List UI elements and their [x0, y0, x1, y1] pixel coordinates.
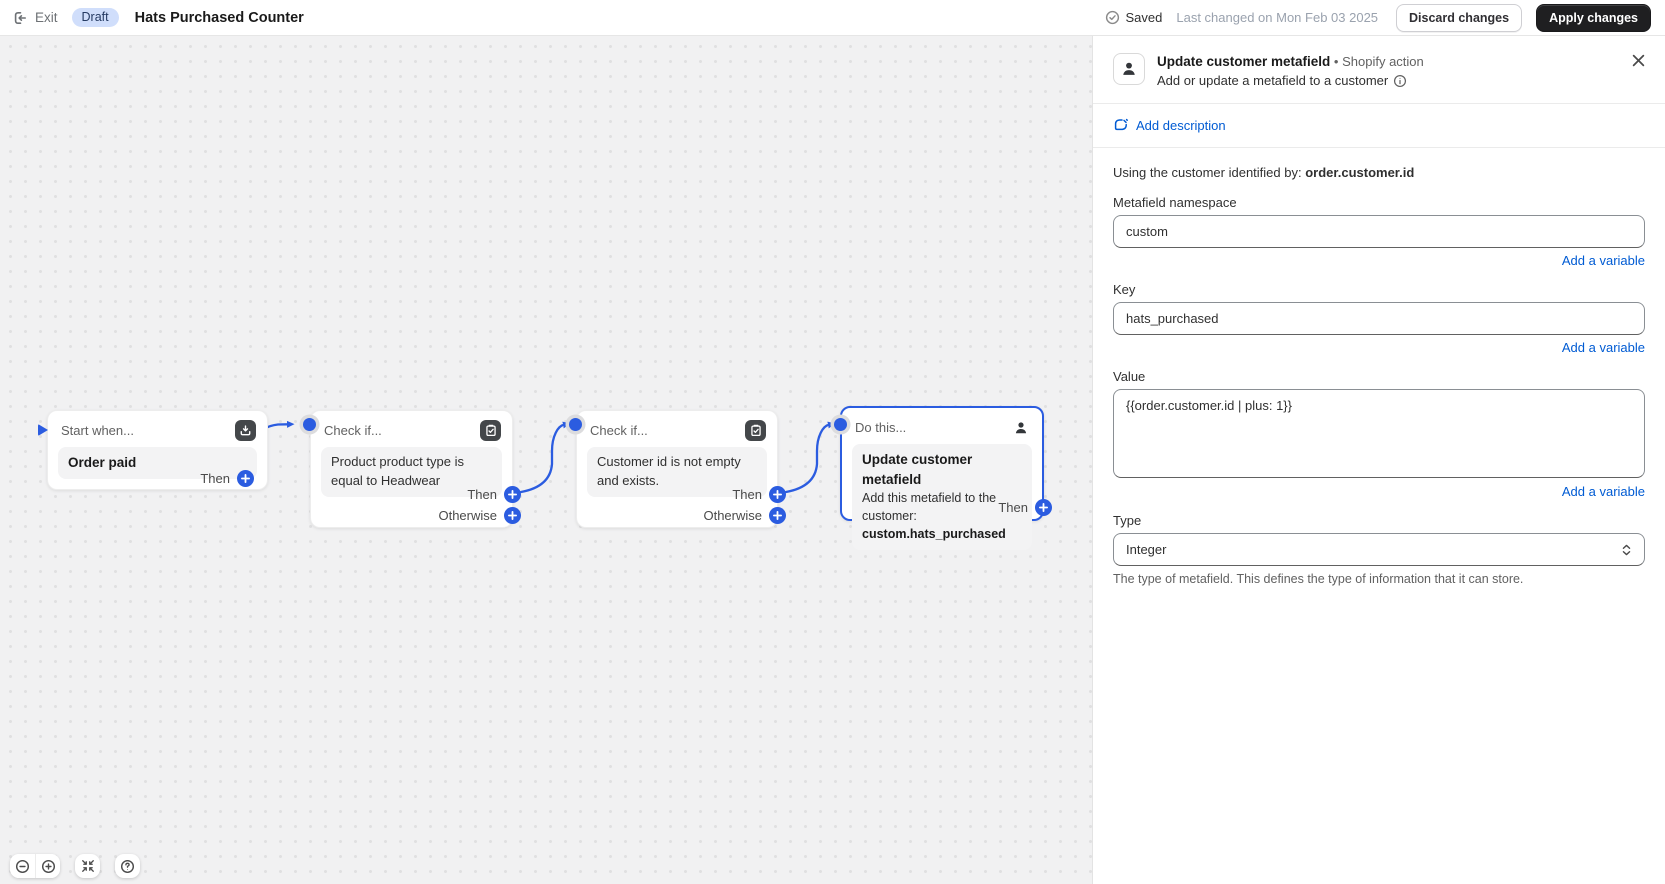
- key-input[interactable]: [1113, 302, 1645, 335]
- flow-node-trigger-order-paid[interactable]: Start when... Order paid Then: [38, 410, 268, 490]
- exit-label: Exit: [35, 10, 58, 25]
- canvas-controls: [10, 854, 140, 878]
- exit-button[interactable]: Exit: [12, 10, 58, 26]
- topbar: Exit Draft Hats Purchased Counter Saved …: [0, 0, 1665, 36]
- person-icon: [1010, 417, 1031, 438]
- value-textarea[interactable]: {{order.customer.id | plus: 1}}: [1113, 389, 1645, 478]
- info-icon: [1394, 74, 1407, 87]
- saved-status: Saved: [1105, 10, 1163, 25]
- type-select-value: Integer: [1126, 542, 1167, 557]
- add-step-then-button[interactable]: [504, 486, 521, 503]
- plus-icon: [508, 511, 517, 520]
- fit-view-button[interactable]: [75, 854, 100, 878]
- clipboard-check-icon: [480, 420, 501, 441]
- flow-node-check-product-type[interactable]: Check if... Product product type is equa…: [303, 410, 521, 528]
- panel-header: Update customer metafield • Shopify acti…: [1093, 36, 1665, 104]
- panel-body: Using the customer identified by: order.…: [1093, 148, 1665, 603]
- key-label: Key: [1113, 282, 1136, 297]
- add-description-row: Add description: [1093, 104, 1665, 148]
- customer-context-value: order.customer.id: [1305, 165, 1415, 180]
- chat-edit-icon: [1114, 118, 1128, 131]
- plus-icon: [1039, 503, 1048, 512]
- node-header-label: Start when...: [61, 423, 134, 438]
- close-panel-button[interactable]: [1628, 50, 1649, 74]
- plus-icon: [773, 490, 782, 499]
- action-type-label: Shopify action: [1342, 54, 1424, 69]
- person-icon: [1113, 53, 1145, 85]
- flow-node-check-customer-id[interactable]: Check if... Customer id is not empty and…: [569, 410, 786, 528]
- flow-editor-app: Exit Draft Hats Purchased Counter Saved …: [0, 0, 1665, 884]
- value-add-variable-link[interactable]: Add a variable: [1562, 484, 1645, 499]
- config-panel: Update customer metafield • Shopify acti…: [1092, 36, 1665, 884]
- inbox-arrow-down-icon: [235, 420, 256, 441]
- clipboard-check-icon: [745, 420, 766, 441]
- then-label: Then: [732, 487, 762, 502]
- plus-icon: [241, 474, 250, 483]
- fit-view-icon: [81, 860, 94, 872]
- value-label: Value: [1113, 369, 1146, 384]
- bullet-separator: •: [1333, 54, 1339, 69]
- namespace-input[interactable]: [1113, 215, 1645, 248]
- saved-label: Saved: [1125, 10, 1163, 25]
- add-description-button[interactable]: Add description: [1113, 117, 1226, 133]
- then-label: Then: [200, 471, 230, 486]
- input-connector-dot: [834, 418, 847, 431]
- key-add-variable-link[interactable]: Add a variable: [1562, 340, 1645, 355]
- zoom-in-icon: [41, 859, 55, 873]
- flow-node-update-customer-metafield[interactable]: Do this... Update customer metafield Add…: [834, 406, 1052, 550]
- add-step-then-button[interactable]: [1035, 499, 1052, 516]
- input-connector-dot: [569, 418, 582, 431]
- zoom-in-button[interactable]: [35, 854, 60, 878]
- help-button[interactable]: [115, 854, 140, 878]
- add-step-then-button[interactable]: [769, 486, 786, 503]
- namespace-label: Metafield namespace: [1113, 195, 1237, 210]
- panel-description: Add or update a metafield to a customer: [1157, 73, 1389, 88]
- node-header-label: Check if...: [590, 423, 648, 438]
- panel-title: Update customer metafield: [1157, 54, 1331, 69]
- check-circle-icon: [1105, 10, 1119, 25]
- add-step-then-button[interactable]: [237, 470, 254, 487]
- node-summary: Update customer metafield Add this metaf…: [852, 444, 1032, 550]
- type-select[interactable]: Integer: [1113, 533, 1645, 566]
- zoom-out-button[interactable]: [10, 854, 35, 878]
- type-label: Type: [1113, 513, 1142, 528]
- type-help-text: The type of metafield. This defines the …: [1113, 572, 1524, 586]
- help-icon: [120, 859, 135, 873]
- chevron-up-down-icon: [1622, 544, 1631, 555]
- zoom-out-icon: [15, 859, 30, 873]
- exit-icon: [14, 11, 26, 24]
- add-step-otherwise-button[interactable]: [769, 507, 786, 524]
- trigger-start-icon: [38, 424, 48, 436]
- add-step-otherwise-button[interactable]: [504, 507, 521, 524]
- plus-icon: [773, 511, 782, 520]
- status-badge: Draft: [71, 8, 119, 27]
- close-icon: [1632, 54, 1645, 67]
- last-changed-text: Last changed on Mon Feb 03 2025: [1176, 10, 1379, 25]
- flow-canvas[interactable]: Start when... Order paid Then Check if..…: [0, 36, 1092, 884]
- otherwise-label: Otherwise: [438, 508, 497, 523]
- plus-icon: [508, 490, 517, 499]
- then-label: Then: [467, 487, 497, 502]
- otherwise-label: Otherwise: [703, 508, 762, 523]
- discard-changes-button[interactable]: Discard changes: [1396, 3, 1523, 32]
- node-header-label: Do this...: [855, 420, 907, 435]
- node-header-label: Check if...: [324, 423, 382, 438]
- namespace-add-variable-link[interactable]: Add a variable: [1562, 253, 1645, 268]
- apply-changes-button[interactable]: Apply changes: [1536, 3, 1651, 32]
- workflow-title: Hats Purchased Counter: [134, 9, 304, 26]
- input-connector-dot: [303, 418, 316, 431]
- then-label: Then: [998, 500, 1028, 515]
- customer-context-line: Using the customer identified by: order.…: [1113, 165, 1415, 180]
